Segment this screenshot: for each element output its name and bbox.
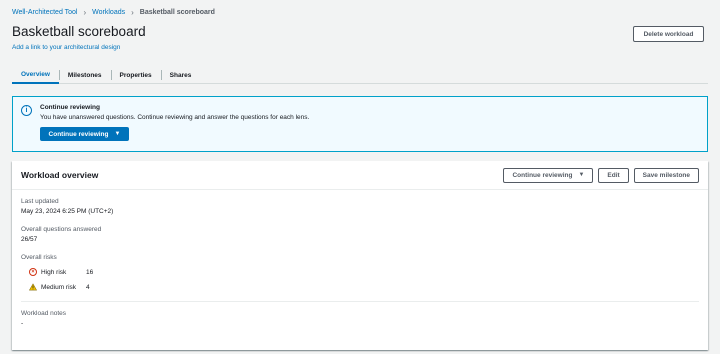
panel-body: Last updated May 23, 2024 6:25 PM (UTC+2…	[12, 190, 708, 335]
tab-milestones[interactable]: Milestones	[58, 66, 111, 84]
tab-bar: Overview Milestones Properties Shares	[12, 66, 708, 84]
save-milestone-button[interactable]: Save milestone	[633, 167, 699, 183]
overall-risks: Overall risks × High risk 16 Medium risk…	[21, 254, 699, 291]
info-icon: i	[21, 105, 32, 116]
breadcrumb-workloads[interactable]: Workloads	[92, 9, 125, 16]
delete-workload-button[interactable]: Delete workload	[633, 26, 704, 42]
flash-content: Continue reviewing You have unanswered q…	[40, 104, 309, 144]
workload-notes-value: -	[21, 320, 24, 327]
risk-label: High risk	[41, 268, 67, 276]
workload-notes-label: Workload notes	[21, 310, 67, 317]
continue-reviewing-flash: i Continue reviewing You have unanswered…	[12, 96, 708, 152]
flash-text: You have unanswered questions. Continue …	[40, 114, 310, 121]
breadcrumb: Well-Architected Tool › Workloads › Bask…	[12, 6, 215, 18]
page-title: Basketball scoreboard	[12, 24, 146, 39]
tab-overview[interactable]: Overview	[12, 66, 59, 84]
risk-label: Medium risk	[41, 283, 77, 291]
risk-count: 4	[86, 283, 90, 291]
chevron-right-icon: ›	[131, 7, 134, 17]
chevron-right-icon: ›	[83, 7, 87, 17]
last-updated: Last updated May 23, 2024 6:25 PM (UTC+2…	[21, 198, 699, 215]
breadcrumb-current: Basketball scoreboard	[139, 8, 215, 16]
last-updated-value: May 23, 2024 6:25 PM (UTC+2)	[21, 208, 114, 215]
workload-overview-panel: Workload overview Continue reviewing ▼ E…	[12, 161, 708, 350]
caret-down-icon: ▼	[578, 172, 585, 178]
button-label: Continue reviewing	[512, 171, 573, 179]
button-label: Continue reviewing	[48, 130, 109, 138]
edit-button[interactable]: Edit	[598, 167, 629, 183]
continue-reviewing-button[interactable]: Continue reviewing ▼	[503, 167, 594, 183]
warning-icon	[29, 283, 37, 291]
panel-actions: Continue reviewing ▼ Edit Save milestone	[503, 167, 699, 183]
divider	[21, 301, 699, 302]
risk-row-medium: Medium risk 4	[29, 283, 699, 291]
high-risk-icon: ×	[29, 268, 37, 276]
overall-risks-label: Overall risks	[21, 254, 57, 261]
questions-answered-label: Overall questions answered	[21, 226, 102, 233]
workload-notes: Workload notes -	[21, 310, 699, 327]
tab-shares[interactable]: Shares	[160, 66, 201, 84]
continue-reviewing-flash-button[interactable]: Continue reviewing ▼	[40, 127, 129, 141]
add-architecture-link[interactable]: Add a link to your architectural design	[12, 44, 120, 51]
flash-title: Continue reviewing	[40, 104, 100, 111]
last-updated-label: Last updated	[21, 198, 59, 205]
panel-title: Workload overview	[21, 170, 99, 180]
risk-count: 16	[86, 268, 94, 276]
caret-down-icon: ▼	[114, 131, 121, 137]
risk-row-high: × High risk 16	[29, 268, 699, 276]
questions-answered-value: 26/57	[21, 236, 38, 243]
questions-answered: Overall questions answered 26/57	[21, 226, 699, 243]
panel-header: Workload overview Continue reviewing ▼ E…	[12, 161, 708, 190]
tab-properties[interactable]: Properties	[110, 66, 161, 84]
breadcrumb-well-architected-tool[interactable]: Well-Architected Tool	[12, 9, 78, 16]
